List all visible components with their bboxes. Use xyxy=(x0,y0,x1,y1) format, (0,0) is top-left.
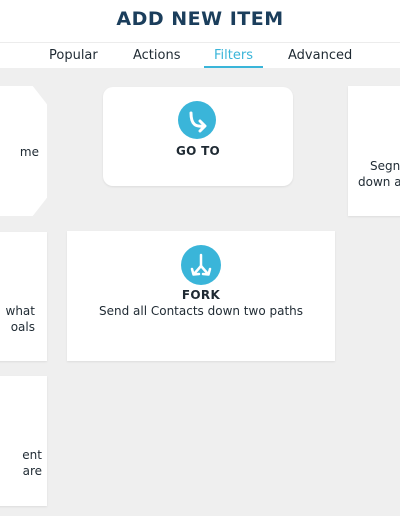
card-left-top[interactable]: me xyxy=(0,86,47,216)
card-left-mid-line2: oals xyxy=(10,320,35,334)
card-left-top-text: me xyxy=(19,145,39,159)
card-left-bottom[interactable]: ent are xyxy=(0,376,47,506)
tab-actions[interactable]: Actions xyxy=(133,48,181,63)
tab-filters[interactable]: Filters xyxy=(204,48,263,68)
tab-bar: Popular Actions Filters Advanced xyxy=(0,42,400,70)
items-canvas: me GO TO Segn down a what oals FORK Send… xyxy=(0,68,400,516)
go-to-icon xyxy=(178,101,216,139)
card-right-top-line1: Segn xyxy=(370,159,400,173)
card-left-bottom-line2: are xyxy=(22,464,42,478)
card-right-top-line2: down a xyxy=(358,175,400,189)
card-fork-description: Send all Contacts down two paths xyxy=(98,304,304,318)
card-fork[interactable]: FORK Send all Contacts down two paths xyxy=(67,231,335,361)
card-left-bottom-line1: ent xyxy=(22,448,42,462)
card-go-to-title: GO TO xyxy=(175,144,221,158)
page-title: ADD NEW ITEM xyxy=(116,8,284,30)
card-fork-title: FORK xyxy=(181,288,221,302)
card-go-to[interactable]: GO TO xyxy=(103,87,293,186)
add-item-panel: ADD NEW ITEM Popular Actions Filters Adv… xyxy=(0,0,400,516)
tab-advanced[interactable]: Advanced xyxy=(288,48,352,63)
fork-icon xyxy=(181,245,221,285)
tab-popular[interactable]: Popular xyxy=(49,48,98,63)
card-left-mid-line1: what xyxy=(5,304,35,318)
card-left-mid[interactable]: what oals xyxy=(0,232,47,361)
card-right-top[interactable]: Segn down a xyxy=(348,86,400,216)
